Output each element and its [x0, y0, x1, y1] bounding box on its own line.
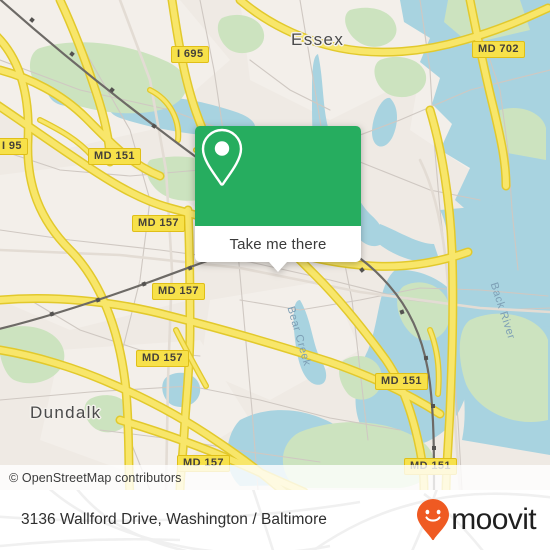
location-title: 3136 Wallford Drive, Washington / Baltim…	[21, 511, 327, 528]
highway-shield: MD 157	[152, 283, 205, 300]
highway-shield: MD 151	[88, 148, 141, 165]
footer-bar: 3136 Wallford Drive, Washington / Baltim…	[0, 490, 550, 550]
moovit-map-screenshot: Essex Dundalk Bear Creek Back River I 69…	[0, 0, 550, 550]
map-attribution-bar: © OpenStreetMap contributors	[0, 465, 550, 490]
moovit-wordmark: moovit	[451, 503, 536, 536]
highway-shield: MD 157	[132, 215, 185, 232]
destination-callout[interactable]: Take me there	[195, 126, 361, 272]
highway-shield: MD 702	[472, 41, 525, 58]
callout-pointer	[269, 262, 287, 272]
callout-action-label: Take me there	[229, 235, 327, 253]
callout-action[interactable]: Take me there	[195, 226, 361, 262]
map-attribution-text: © OpenStreetMap contributors	[9, 470, 182, 485]
highway-shield: I 695	[171, 46, 210, 63]
map-canvas[interactable]: Essex Dundalk Bear Creek Back River I 69…	[0, 0, 550, 490]
callout-header	[195, 126, 361, 226]
highway-shield: MD 157	[136, 350, 189, 367]
location-pin-icon	[201, 128, 243, 186]
moovit-logo[interactable]: moovit	[416, 498, 537, 542]
moovit-smiley-pin-icon	[417, 499, 450, 541]
highway-shield: I 95	[0, 138, 28, 155]
highway-shield: MD 151	[375, 373, 428, 390]
